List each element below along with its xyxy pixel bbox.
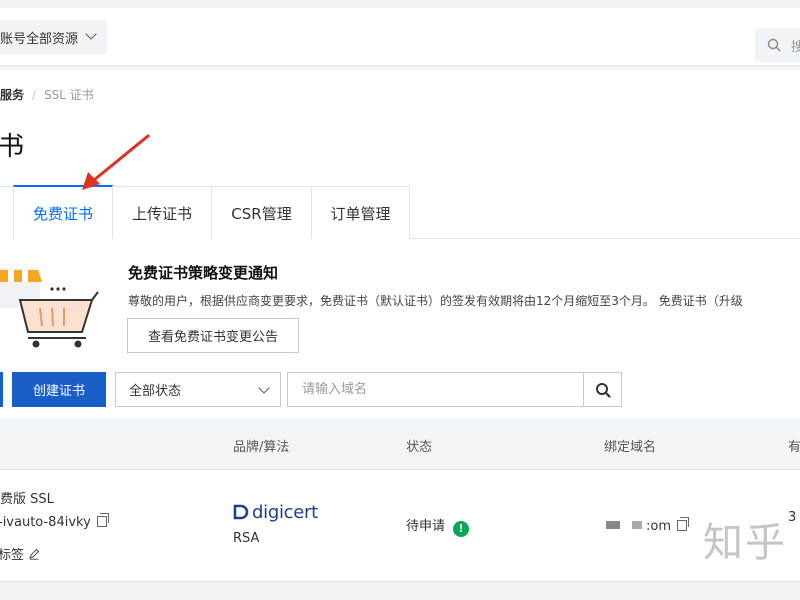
resource-scope-select[interactable]: 账号全部资源 [0,20,107,54]
global-search-placeholder: 搜 [791,39,800,55]
tab-csr-management[interactable]: CSR管理 [211,186,312,239]
global-search[interactable]: 搜 [755,28,800,62]
brand-logo-digicert: digicert [232,502,318,523]
edit-icon[interactable] [28,548,40,560]
top-bar-inner: 账号全部资源 搜 [0,8,800,66]
breadcrumb-parent[interactable]: 服务 [0,88,24,102]
cert-tag: 标签 [0,544,40,563]
masked-text [606,521,620,529]
chevron-down-icon [258,382,270,394]
breadcrumb-separator: / [32,88,37,102]
top-bar: 账号全部资源 搜 [0,0,800,70]
expiry-date: 3 [788,510,797,525]
tab-upload-cert[interactable]: 上传证书 [112,186,212,239]
hidden-left-button[interactable] [0,372,3,407]
search-icon [767,38,781,52]
create-cert-button[interactable]: 创建证书 [12,372,106,407]
resource-scope-label: 账号全部资源 [0,31,79,47]
digicert-mark-icon [233,504,249,520]
tab-free-cert[interactable]: 免费证书 [13,185,113,239]
cert-id: -ivauto-84ivky [0,513,109,530]
algorithm: RSA [233,531,260,546]
cert-status: 待申请! [406,515,470,537]
tab-csr-management-label: CSR管理 [231,204,292,223]
status-info-icon[interactable]: ! [453,521,470,537]
bound-domain: :om [606,517,689,534]
cert-id-text[interactable]: -ivauto-84ivky [0,515,91,530]
status-filter-select[interactable]: 全部状态 [115,372,281,407]
brand-name: digicert [252,502,318,523]
tab-hidden-left [0,186,14,239]
bottom-strip [0,582,800,600]
cert-status-text: 待申请 [406,519,446,534]
copy-icon[interactable] [96,513,109,527]
tab-upload-cert-label: 上传证书 [131,204,192,223]
table-row: 费版 SSL -ivauto-84ivky 标签 digicert RSA 待申… [0,470,800,582]
tab-order-management[interactable]: 订单管理 [311,186,410,239]
zhihu-watermark: 知乎 [703,520,787,566]
breadcrumb: 服务 / SSL 证书 [0,86,94,103]
status-filter-value: 全部状态 [129,384,182,399]
breadcrumb-current: SSL 证书 [44,88,94,102]
table-header: 品牌/算法 状态 绑定域名 有 [0,418,800,470]
cert-tag-text: 标签 [0,548,25,563]
tab-free-cert-label: 免费证书 [32,204,93,223]
column-header-expiry: 有 [788,440,800,455]
page-title: 书 [0,132,25,162]
masked-text [632,521,642,529]
tab-order-management-label: 订单管理 [330,204,391,223]
column-header-brand: 品牌/算法 [233,440,290,455]
search-icon [595,382,611,398]
tab-bar: 免费证书 上传证书 CSR管理 订单管理 [0,185,800,239]
notice-text: 尊敬的用户，根据供应商变更要求，免费证书（默认证书）的签发有效期将由12个月缩短… [128,294,743,308]
shopping-cart-illustration [0,268,99,348]
domain-search-button[interactable] [583,372,622,407]
notice-title: 免费证书策略变更通知 [128,264,279,282]
column-header-domain: 绑定域名 [604,440,657,455]
column-header-status: 状态 [406,440,433,455]
domain-search-input[interactable] [287,372,584,407]
view-announcement-button[interactable]: 查看免费证书变更公告 [127,318,299,353]
copy-icon[interactable] [677,517,689,531]
chevron-down-icon [85,28,97,40]
bound-domain-text: :om [646,519,671,534]
cert-name: 费版 SSL [0,492,54,507]
